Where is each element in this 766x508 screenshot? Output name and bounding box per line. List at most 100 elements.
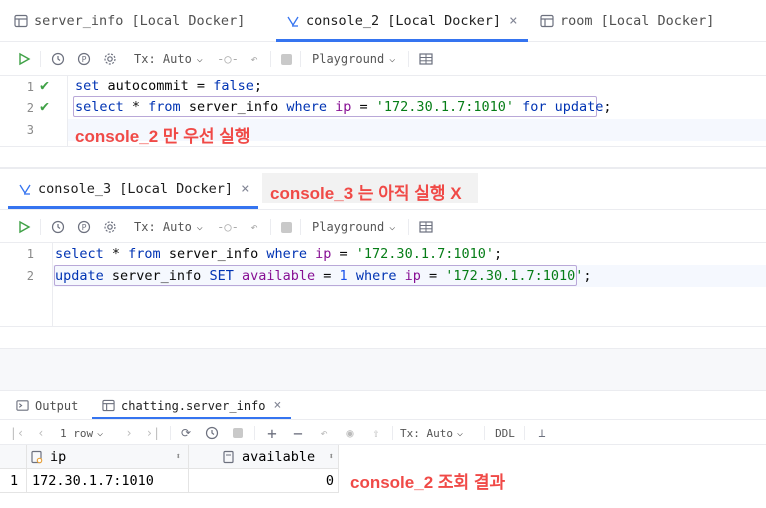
results-tab-bar: Output chatting.server_info × [0,390,766,420]
stop-icon[interactable] [278,42,294,76]
console-icon [287,16,299,27]
history-icon[interactable] [48,210,68,244]
ddl-button[interactable]: DDL [492,420,518,446]
results-toolbar: |‹ ‹ 1 row ⌵ › ›| ⟳ + − ↶ ◉ ⇧ Tx: Auto ⌵ D… [0,419,766,445]
tx-mode-select[interactable]: Tx: Auto ⌵ [134,210,212,244]
console-3-toolbar: P Tx: Auto ⌵ -○- ↶ Playground ⌵ [0,209,766,243]
delete-row-icon[interactable]: − [288,420,308,446]
row-count-label: 1 row [60,426,94,440]
column-icon [223,450,234,464]
cell-ip[interactable]: 172.30.1.7:1010 [32,473,154,489]
console-2-editor[interactable]: 1 2 3 ✔ ✔ set autocommit = false; select… [0,76,766,146]
table-row[interactable]: 1 172.30.1.7:1010 0 [0,469,338,493]
console-3-editor[interactable]: 1 2 select * from server_info where ip =… [0,243,766,326]
pin-p-icon[interactable]: P [74,210,94,244]
sort-icon[interactable]: ⬍ [176,452,181,462]
code-line: select * from server_info where ip = '17… [55,246,503,262]
stop-icon[interactable] [230,420,246,446]
editor-blank-area [0,146,766,167]
first-page-icon[interactable]: |‹ [8,420,26,446]
commit-icon[interactable]: -○- [217,210,239,244]
table-icon [14,14,28,28]
playground-select[interactable]: Playground ⌵ [312,210,404,244]
tx-mode-label: Tx: Auto [400,426,453,440]
chevron-down-icon: ⌵ [97,427,104,439]
line-number: 2 [26,101,34,115]
close-icon[interactable]: × [241,181,249,197]
tab-label: Output [35,398,79,413]
ide-window: server_info [Local Docker] console_2 [Lo… [0,0,766,508]
table-view-icon[interactable] [416,42,436,76]
editor-tab-bar: server_info [Local Docker] console_2 [Lo… [0,0,766,42]
add-row-icon[interactable]: + [262,420,282,446]
tx-mode-label: Tx: Auto [134,52,192,66]
view-icon[interactable]: ◉ [340,420,360,446]
chevron-down-icon: ⌵ [196,53,203,65]
close-icon[interactable]: × [509,13,517,29]
svg-text:P: P [82,223,87,232]
row-count-select[interactable]: 1 row ⌵ [60,420,116,446]
table-icon [540,14,554,28]
line-number: 3 [26,123,34,137]
tx-mode-select[interactable]: Tx: Auto ⌵ [134,42,212,76]
tab-room[interactable]: room [Local Docker] [540,0,714,42]
sort-icon[interactable]: ⬍ [329,452,334,462]
close-icon[interactable]: × [274,398,282,413]
pin-icon[interactable]: ⊥ [532,420,552,446]
tab-label: console_3 [Local Docker] [38,181,234,197]
rollback-icon[interactable]: ↶ [244,210,264,244]
results-grid: ip ⬍ available ⬍ 1 172.30.1.7:1010 0 con… [0,445,766,508]
stop-icon[interactable] [278,210,294,244]
tab-server-info[interactable]: server_info [Local Docker] [14,0,245,42]
tab-result-set[interactable]: chatting.server_info × [102,391,281,420]
settings-icon[interactable] [100,210,120,244]
code-line: update server_info SET available = 1 whe… [55,268,592,284]
tab-output[interactable]: Output [16,391,78,420]
playground-label: Playground [312,52,385,66]
line-number: 1 [26,80,34,94]
playground-select[interactable]: Playground ⌵ [312,42,404,76]
column-label: available [242,449,316,465]
tab-label: room [Local Docker] [560,13,715,29]
console-2-toolbar: P Tx: Auto ⌵ -○- ↶ Playground ⌵ [0,42,766,76]
pin-p-icon[interactable]: P [74,42,94,76]
tx-mode-select[interactable]: Tx: Auto ⌵ [400,420,470,446]
tab-console-3[interactable]: console_3 [Local Docker] × [18,169,250,209]
column-key-icon [31,450,43,464]
executed-check-icon: ✔ [40,76,50,94]
next-page-icon[interactable]: › [120,420,138,446]
commit-icon[interactable]: -○- [217,42,239,76]
row-number: 1 [10,473,19,489]
tab-console-2[interactable]: console_2 [Local Docker] × [286,0,518,42]
submit-icon[interactable]: ⇧ [366,420,386,446]
rollback-icon[interactable]: ↶ [244,42,264,76]
annotation-result: console_2 조회 결과 [350,473,506,492]
history-icon[interactable] [202,420,222,446]
code-line: select * from server_info where ip = '17… [75,99,612,115]
chevron-down-icon: ⌵ [389,221,396,233]
last-page-icon[interactable]: ›| [144,420,162,446]
history-icon[interactable] [48,42,68,76]
panel-gap [0,348,766,390]
tab-label: console_2 [Local Docker] [306,13,502,29]
annotation-console-2: console_2 만 우선 실행 [75,127,251,146]
executed-check-icon: ✔ [40,97,50,115]
run-icon[interactable] [14,210,34,244]
chevron-down-icon: ⌵ [456,427,464,439]
table-icon [102,399,115,412]
column-header-ip[interactable]: ip ⬍ [30,445,185,469]
tx-mode-label: Tx: Auto [134,220,192,234]
chevron-down-icon: ⌵ [389,53,396,65]
run-icon[interactable] [14,42,34,76]
editor-blank-area [0,326,766,348]
prev-page-icon[interactable]: ‹ [32,420,50,446]
revert-icon[interactable]: ↶ [314,420,334,446]
column-header-available[interactable]: available ⬍ [222,445,338,469]
table-view-icon[interactable] [416,210,436,244]
line-number: 1 [26,247,34,261]
cell-available[interactable]: 0 [196,473,334,489]
code-line: set autocommit = false; [75,78,262,94]
line-number: 2 [26,269,34,283]
refresh-icon[interactable]: ⟳ [176,420,196,446]
settings-icon[interactable] [100,42,120,76]
